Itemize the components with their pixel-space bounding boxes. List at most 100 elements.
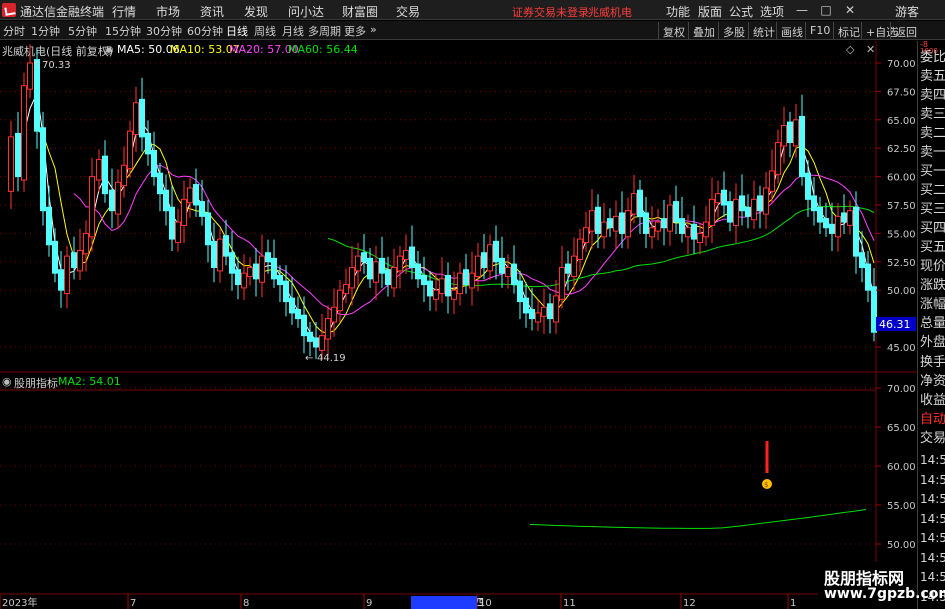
candle-up (319, 335, 325, 351)
candle-up (349, 266, 355, 289)
candle-down (565, 263, 571, 274)
candle-down (301, 314, 307, 337)
period-1min[interactable]: 1分钟 (31, 23, 60, 39)
app-logo-icon (2, 3, 16, 17)
candle-up (577, 238, 583, 261)
tick-time: 14:56 (920, 511, 945, 526)
candle-down (229, 252, 235, 274)
minimize-icon[interactable]: — (794, 2, 810, 18)
candle-down (102, 155, 108, 195)
menu-options[interactable]: 选项 (760, 3, 784, 20)
maximize-icon[interactable]: □ (818, 2, 834, 18)
sub-grid (0, 387, 876, 545)
menu-quotes[interactable]: 行情 (112, 3, 136, 20)
menu-function[interactable]: 功能 (666, 3, 690, 20)
candle-down (727, 201, 733, 223)
period-60min[interactable]: 60分钟 (187, 23, 223, 39)
draw-line-button[interactable]: 画线 (776, 22, 807, 39)
period-monthly[interactable]: 月线 (282, 23, 304, 39)
y-tick-label: 52.50 (887, 258, 916, 269)
period-intraday[interactable]: 分时 (3, 23, 25, 39)
candle-up (433, 289, 439, 300)
candle-down (595, 206, 601, 234)
panel-item: 现价 (920, 259, 945, 274)
panel-item: 涨幅 (920, 297, 945, 312)
candle-up (475, 255, 481, 278)
candle-up (835, 215, 841, 238)
multi-stock-button[interactable]: 多股 (718, 22, 749, 39)
current-stock-name: 兆威机电 (588, 6, 632, 19)
x-tick-label: 1 (790, 598, 796, 609)
candle-up (133, 102, 139, 136)
panel-item: 卖四 (920, 88, 945, 103)
more-chevron-icon[interactable]: » (370, 23, 377, 36)
y-tick-label: 67.50 (887, 87, 916, 98)
menu-trade[interactable]: 交易 (396, 3, 420, 20)
panel-item: 换手 (920, 355, 945, 370)
panel-item: 卖二 (920, 126, 945, 141)
period-multi[interactable]: 多周期 (308, 23, 341, 39)
y-tick-label: 60.00 (887, 173, 916, 184)
menu-ask-xiaoda[interactable]: 问小达 (288, 3, 324, 20)
panel-item: 委比 (920, 50, 945, 65)
candle-up (715, 193, 721, 204)
menu-formula[interactable]: 公式 (729, 3, 753, 20)
candle-down (199, 201, 205, 217)
login-notice[interactable]: 证券交易未登录 (512, 4, 589, 20)
kline-chart[interactable]: 70.00 67.50 65.00 62.50 60.00 57.50 55.00 52.50… (0, 41, 917, 609)
menu-market[interactable]: 市场 (156, 3, 180, 20)
panel-item[interactable]: 交易 (920, 427, 945, 446)
candle-up (625, 210, 631, 238)
candle-up (391, 266, 397, 289)
period-15min[interactable]: 15分钟 (105, 23, 141, 39)
candle-down (619, 212, 625, 234)
back-button[interactable]: 返回 (890, 22, 921, 39)
statistics-button[interactable]: 统计 (748, 22, 779, 39)
adjust-button[interactable]: 复权 (658, 22, 689, 39)
panel-item: 买二 (920, 183, 945, 198)
panel-item[interactable]: 自动 (920, 408, 945, 427)
f10-button[interactable]: F10 (805, 22, 834, 39)
y-tick-label: 55.00 (887, 501, 916, 512)
period-toolbar: 分时 1分钟 5分钟 15分钟 30分钟 60分钟 日线 周线 月线 多周期 更… (0, 21, 945, 40)
high-price-label: ↖ (33, 59, 41, 70)
period-5min[interactable]: 5分钟 (68, 23, 97, 39)
candle-down (367, 257, 373, 280)
candle-up (553, 295, 559, 323)
panel-item: 总量 (920, 316, 945, 331)
menu-wealth-circle[interactable]: 财富圈 (342, 3, 378, 20)
panel-item: 外盘 (920, 335, 945, 350)
guest-label[interactable]: 游客 (895, 3, 919, 20)
candle-down (859, 252, 865, 268)
period-daily[interactable]: 日线 (226, 23, 248, 39)
candle-up (769, 170, 775, 192)
mark-button[interactable]: 标记 (833, 22, 864, 39)
candle-up (397, 255, 403, 272)
candle-down (15, 132, 21, 178)
candle-down (745, 206, 751, 217)
candle-down (109, 189, 115, 212)
period-more[interactable]: 更多 (344, 23, 366, 39)
candle-down (427, 280, 433, 297)
candle-down (865, 263, 871, 291)
period-weekly[interactable]: 周线 (254, 23, 276, 39)
close-icon[interactable]: ✕ (842, 2, 858, 18)
candle-up (21, 85, 27, 181)
candle-down (277, 274, 283, 286)
candle-down (289, 297, 295, 314)
candle-down (661, 218, 667, 229)
panel-item: 买三 (920, 202, 945, 217)
menu-layout[interactable]: 版面 (698, 3, 722, 20)
menu-discover[interactable]: 发现 (244, 3, 268, 20)
candle-down (151, 149, 157, 178)
x-tick-label: 9 (366, 598, 372, 609)
overlay-button[interactable]: 叠加 (688, 22, 719, 39)
panel-item: 买一 (920, 164, 945, 179)
menu-news[interactable]: 资讯 (200, 3, 224, 20)
candle-up (469, 272, 475, 289)
candle-up (217, 238, 223, 272)
candle-down (445, 274, 451, 297)
candle-down (679, 218, 685, 234)
candle-down (46, 206, 52, 246)
period-30min[interactable]: 30分钟 (146, 23, 182, 39)
